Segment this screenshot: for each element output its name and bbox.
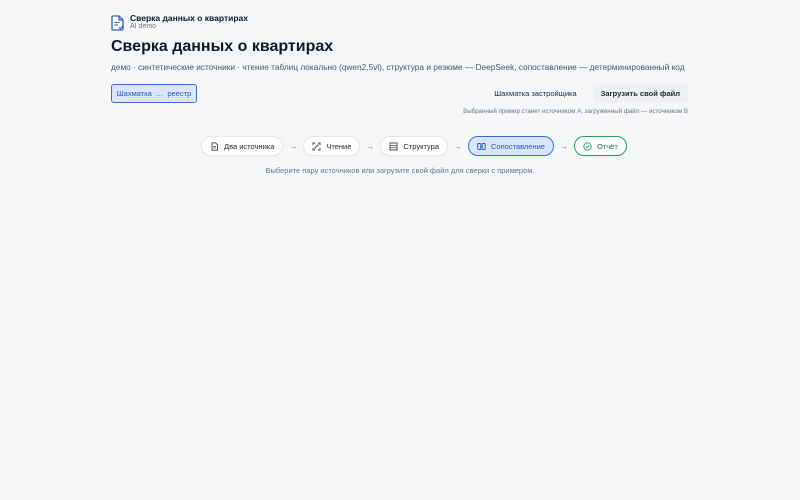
source-b-label: реестр	[167, 89, 192, 98]
upload-file-button[interactable]: Загрузить свой файл	[592, 84, 688, 103]
scan-icon	[312, 142, 321, 151]
source-a-label: Шахматка	[116, 89, 152, 98]
document-icon	[210, 141, 219, 151]
table-icon	[389, 142, 398, 151]
source-hint: Выбранный пример станет источником A, за…	[463, 108, 688, 115]
step-label: Структура	[403, 141, 440, 151]
sample-source-button[interactable]: Шахматка застройщика	[486, 84, 585, 103]
step-label: Два источника	[224, 141, 275, 151]
step-arrow: →	[454, 141, 463, 151]
step-label: Чтение	[326, 141, 352, 151]
step-matching[interactable]: Сопоставление	[468, 136, 554, 156]
step-structure[interactable]: Структура	[380, 136, 449, 156]
app-brand: Сверка данных о квартирах AI demo	[111, 13, 248, 31]
step-arrow: →	[366, 141, 375, 151]
step-reading[interactable]: Чтение	[303, 136, 361, 156]
compare-icon	[477, 142, 486, 151]
helper-text: Выберите пару источников или загрузите с…	[265, 166, 535, 175]
step-label: Отчёт	[596, 141, 618, 151]
page-subtitle: демо · синтетические источники · чтение …	[111, 62, 685, 72]
top-actions: Шахматка застройщика Загрузить свой файл	[486, 84, 688, 103]
step-arrow: →	[289, 141, 298, 151]
pipeline-steps: Два источника → Чтение → Структура → Соп…	[201, 136, 627, 156]
brand-title: Сверка данных о квартирах	[130, 13, 249, 23]
source-separator: …	[155, 89, 164, 98]
document-check-icon	[111, 15, 125, 31]
step-arrow: →	[559, 141, 568, 151]
step-label: Сопоставление	[491, 141, 545, 151]
source-pair-button[interactable]: Шахматка … реестр	[111, 84, 197, 103]
brand-subtitle: AI demo	[130, 23, 157, 30]
step-two-sources[interactable]: Два источника	[201, 136, 284, 156]
step-report[interactable]: Отчёт	[573, 136, 627, 156]
check-circle-icon	[583, 141, 592, 151]
page-title: Сверка данных о квартирах	[111, 38, 334, 55]
